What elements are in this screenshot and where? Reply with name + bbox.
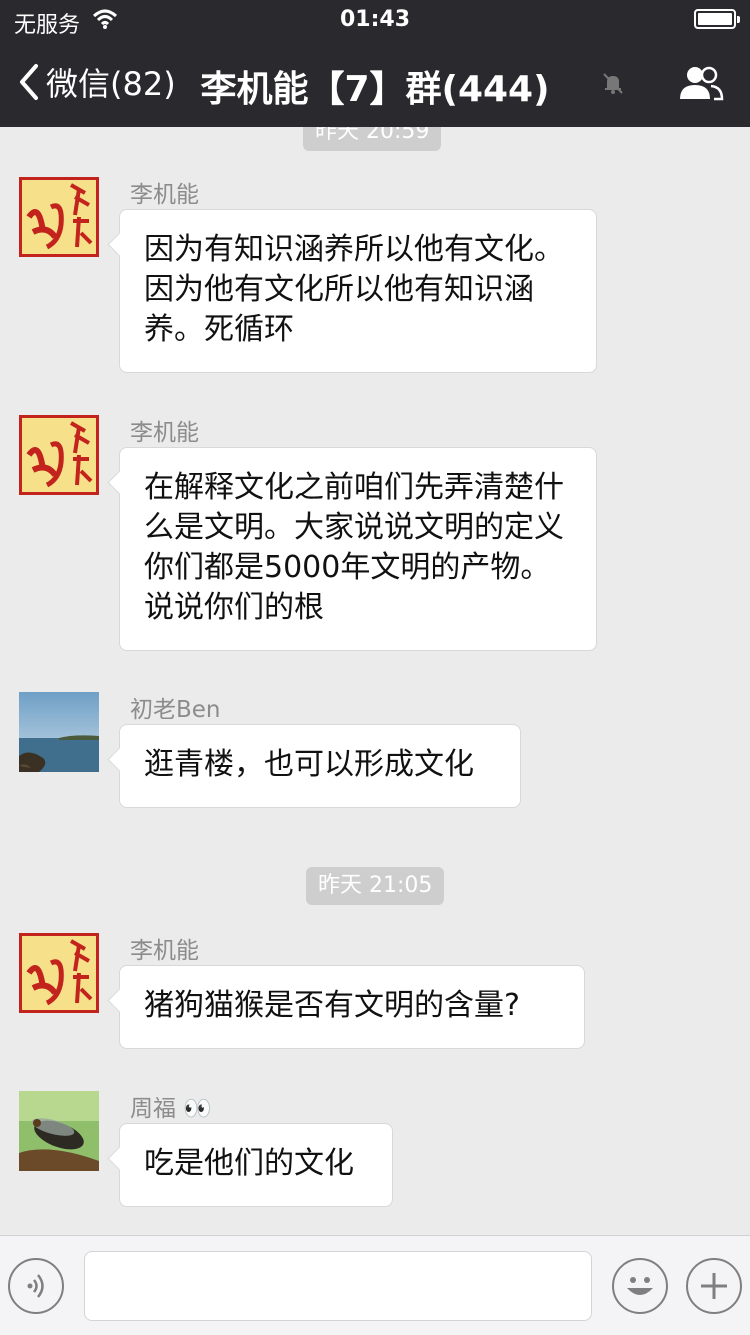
message-text: 因为有知识涵养所以他有文化。因为他有文化所以他有知识涵养。死循环 <box>144 232 564 347</box>
red-calligraphy-avatar-icon <box>19 415 99 495</box>
red-calligraphy-avatar-icon <box>19 933 99 1013</box>
cicada-photo-avatar-icon <box>19 1091 99 1171</box>
message-text: 在解释文化之前咱们先弄清楚什么是文明。大家说说文明的定义 你们都是5000年文明… <box>144 470 564 625</box>
emoji-button[interactable] <box>612 1258 668 1314</box>
mute-bell-icon <box>603 73 623 94</box>
message-input[interactable] <box>84 1251 592 1321</box>
sender-name: 周福 👀 <box>130 1096 212 1122</box>
more-button[interactable] <box>686 1258 742 1314</box>
message-text: 逛青楼，也可以形成文化 <box>144 747 474 782</box>
status-time: 01:43 <box>339 7 411 32</box>
group-members-icon[interactable] <box>678 65 724 101</box>
chat-message-list[interactable]: 昨天 20:59 李机能 因为有知识涵养所以他有文化。因为他有文化所以他有知识涵… <box>0 127 750 1235</box>
plus-icon <box>701 1273 727 1299</box>
message-bubble[interactable]: 猪狗猫猴是否有文明的含量? <box>119 965 585 1049</box>
emoji-icon <box>627 1277 653 1295</box>
seaside-photo-avatar-icon <box>19 692 99 772</box>
avatar[interactable] <box>19 177 99 257</box>
sender-name: 李机能 <box>130 938 199 964</box>
message-bubble[interactable]: 吃是他们的文化 <box>119 1123 393 1207</box>
sender-name: 李机能 <box>130 420 199 446</box>
voice-icon <box>27 1274 44 1298</box>
input-bar <box>0 1235 750 1335</box>
message-text: 吃是他们的文化 <box>144 1146 354 1181</box>
battery-fill <box>698 13 732 25</box>
status-bar: 无服务 01:43 <box>0 0 750 40</box>
message-bubble[interactable]: 逛青楼，也可以形成文化 <box>119 724 521 808</box>
message-text: 猪狗猫猴是否有文明的含量? <box>144 988 520 1023</box>
timestamp-pill: 昨天 20:59 <box>303 127 442 151</box>
sender-name: 初老Ben <box>130 697 221 723</box>
message-bubble[interactable]: 因为有知识涵养所以他有文化。因为他有文化所以他有知识涵养。死循环 <box>119 209 597 373</box>
battery-icon <box>694 9 740 29</box>
avatar[interactable] <box>19 1091 99 1171</box>
timestamp-pill: 昨天 21:05 <box>306 867 445 905</box>
chat-title: 李机能【7】群(444) <box>200 69 550 110</box>
voice-input-button[interactable] <box>8 1258 64 1314</box>
sender-name: 李机能 <box>130 182 199 208</box>
avatar[interactable] <box>19 692 99 772</box>
nav-bar: 微信(82) 李机能【7】群(444) <box>0 40 750 127</box>
red-calligraphy-avatar-icon <box>19 177 99 257</box>
avatar[interactable] <box>19 933 99 1013</box>
avatar[interactable] <box>19 415 99 495</box>
message-bubble[interactable]: 在解释文化之前咱们先弄清楚什么是文明。大家说说文明的定义 你们都是5000年文明… <box>119 447 597 651</box>
